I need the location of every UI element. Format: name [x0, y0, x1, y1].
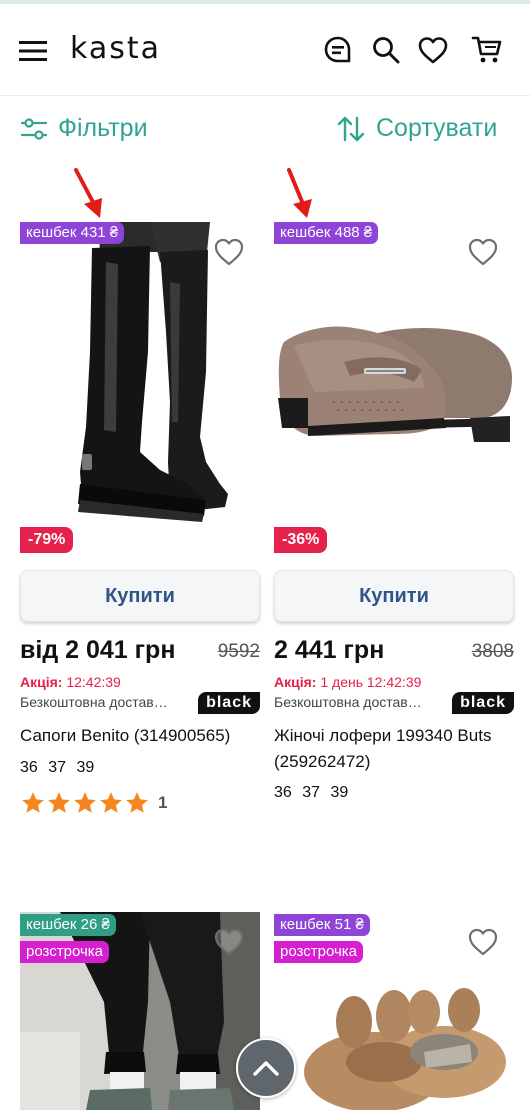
filters-button[interactable]: Фільтри: [20, 114, 148, 143]
filter-icon: [20, 117, 48, 140]
buy-button[interactable]: Купити: [20, 570, 260, 622]
product-title[interactable]: Сапоги Benito (314900565): [20, 723, 265, 749]
cashback-badge: кешбек 51 ₴: [274, 914, 370, 936]
old-price: 9592: [217, 641, 260, 662]
promo-timer: Акція: 12:42:39: [20, 674, 121, 690]
promo-label: Акція:: [20, 674, 63, 690]
menu-icon[interactable]: [18, 38, 48, 64]
sort-button[interactable]: Сортувати: [336, 114, 497, 143]
shipping-row: Безкоштовна достав… black: [20, 692, 260, 714]
product-card[interactable]: кешбек 488 ₴ -36% Купити 2 441 грн 3808 …: [274, 222, 514, 822]
chat-icon[interactable]: [322, 34, 354, 66]
product-image[interactable]: [20, 222, 260, 552]
black-badge: black: [452, 692, 514, 714]
star-icon: [74, 792, 96, 813]
promo-label: Акція:: [274, 674, 317, 690]
heart-icon[interactable]: [416, 34, 450, 66]
size-list: 36 37 39: [20, 759, 95, 776]
favorite-heart-icon[interactable]: [466, 236, 500, 270]
star-icon: [48, 792, 70, 813]
cashback-badge: кешбек 431 ₴: [20, 222, 125, 244]
sort-icon: [337, 116, 365, 141]
star-icon: [100, 792, 122, 813]
free-shipping-text: Безкоштовна достав…: [274, 694, 422, 710]
favorite-heart-icon[interactable]: [212, 926, 246, 960]
product-card[interactable]: кешбек 51 ₴ розстрочка: [274, 912, 514, 1110]
cashback-badge: кешбек 26 ₴: [20, 914, 116, 936]
promo-timer: Акція: 1 день 12:42:39: [274, 674, 421, 690]
chevron-up-icon: [253, 1061, 279, 1076]
favorite-heart-icon[interactable]: [466, 926, 500, 960]
rating-count: 1: [158, 793, 168, 812]
annotation-arrow: [74, 168, 102, 218]
search-icon[interactable]: [370, 34, 402, 66]
buy-button[interactable]: Купити: [274, 570, 514, 622]
product-image[interactable]: [274, 222, 514, 552]
size-list: 36 37 39: [274, 784, 349, 801]
product-card[interactable]: кешбек 26 ₴ розстрочка: [20, 912, 260, 1110]
price-row: від 2 041 грн 9592: [20, 636, 260, 668]
installment-badge: розстрочка: [20, 941, 109, 963]
sort-label: Сортувати: [376, 114, 498, 142]
cart-icon[interactable]: [470, 34, 504, 66]
discount-badge: -36%: [274, 527, 328, 553]
installment-badge: розстрочка: [274, 941, 363, 963]
star-icon: [22, 792, 44, 813]
old-price: 3808: [471, 641, 514, 662]
favorite-heart-icon[interactable]: [212, 236, 246, 270]
promo-time: 12:42:39: [66, 674, 121, 690]
filters-label: Фільтри: [58, 114, 148, 142]
black-badge: black: [198, 692, 260, 714]
free-shipping-text: Безкоштовна достав…: [20, 694, 168, 710]
scroll-to-top-button[interactable]: [236, 1038, 296, 1098]
cashback-badge: кешбек 488 ₴: [274, 222, 379, 244]
product-card[interactable]: кешбек 431 ₴ -79% Купити від 2 041 грн 9…: [20, 222, 260, 842]
promo-time: 1 день 12:42:39: [320, 674, 422, 690]
product-title[interactable]: Жіночі лофери 199340 Buts (259262472): [274, 723, 519, 775]
star-icon: [126, 792, 148, 813]
price-row: 2 441 грн 3808: [274, 636, 514, 668]
filter-sort-bar: Фільтри Сортувати: [0, 100, 530, 160]
price: 2 441 грн: [274, 636, 385, 664]
header: kasta: [0, 4, 530, 96]
rating: 1: [20, 790, 167, 816]
shipping-row: Безкоштовна достав… black: [274, 692, 514, 714]
kasta-logo[interactable]: kasta: [70, 34, 161, 64]
discount-badge: -79%: [20, 527, 74, 553]
price: від 2 041 грн: [20, 636, 176, 664]
annotation-arrow: [287, 168, 312, 218]
